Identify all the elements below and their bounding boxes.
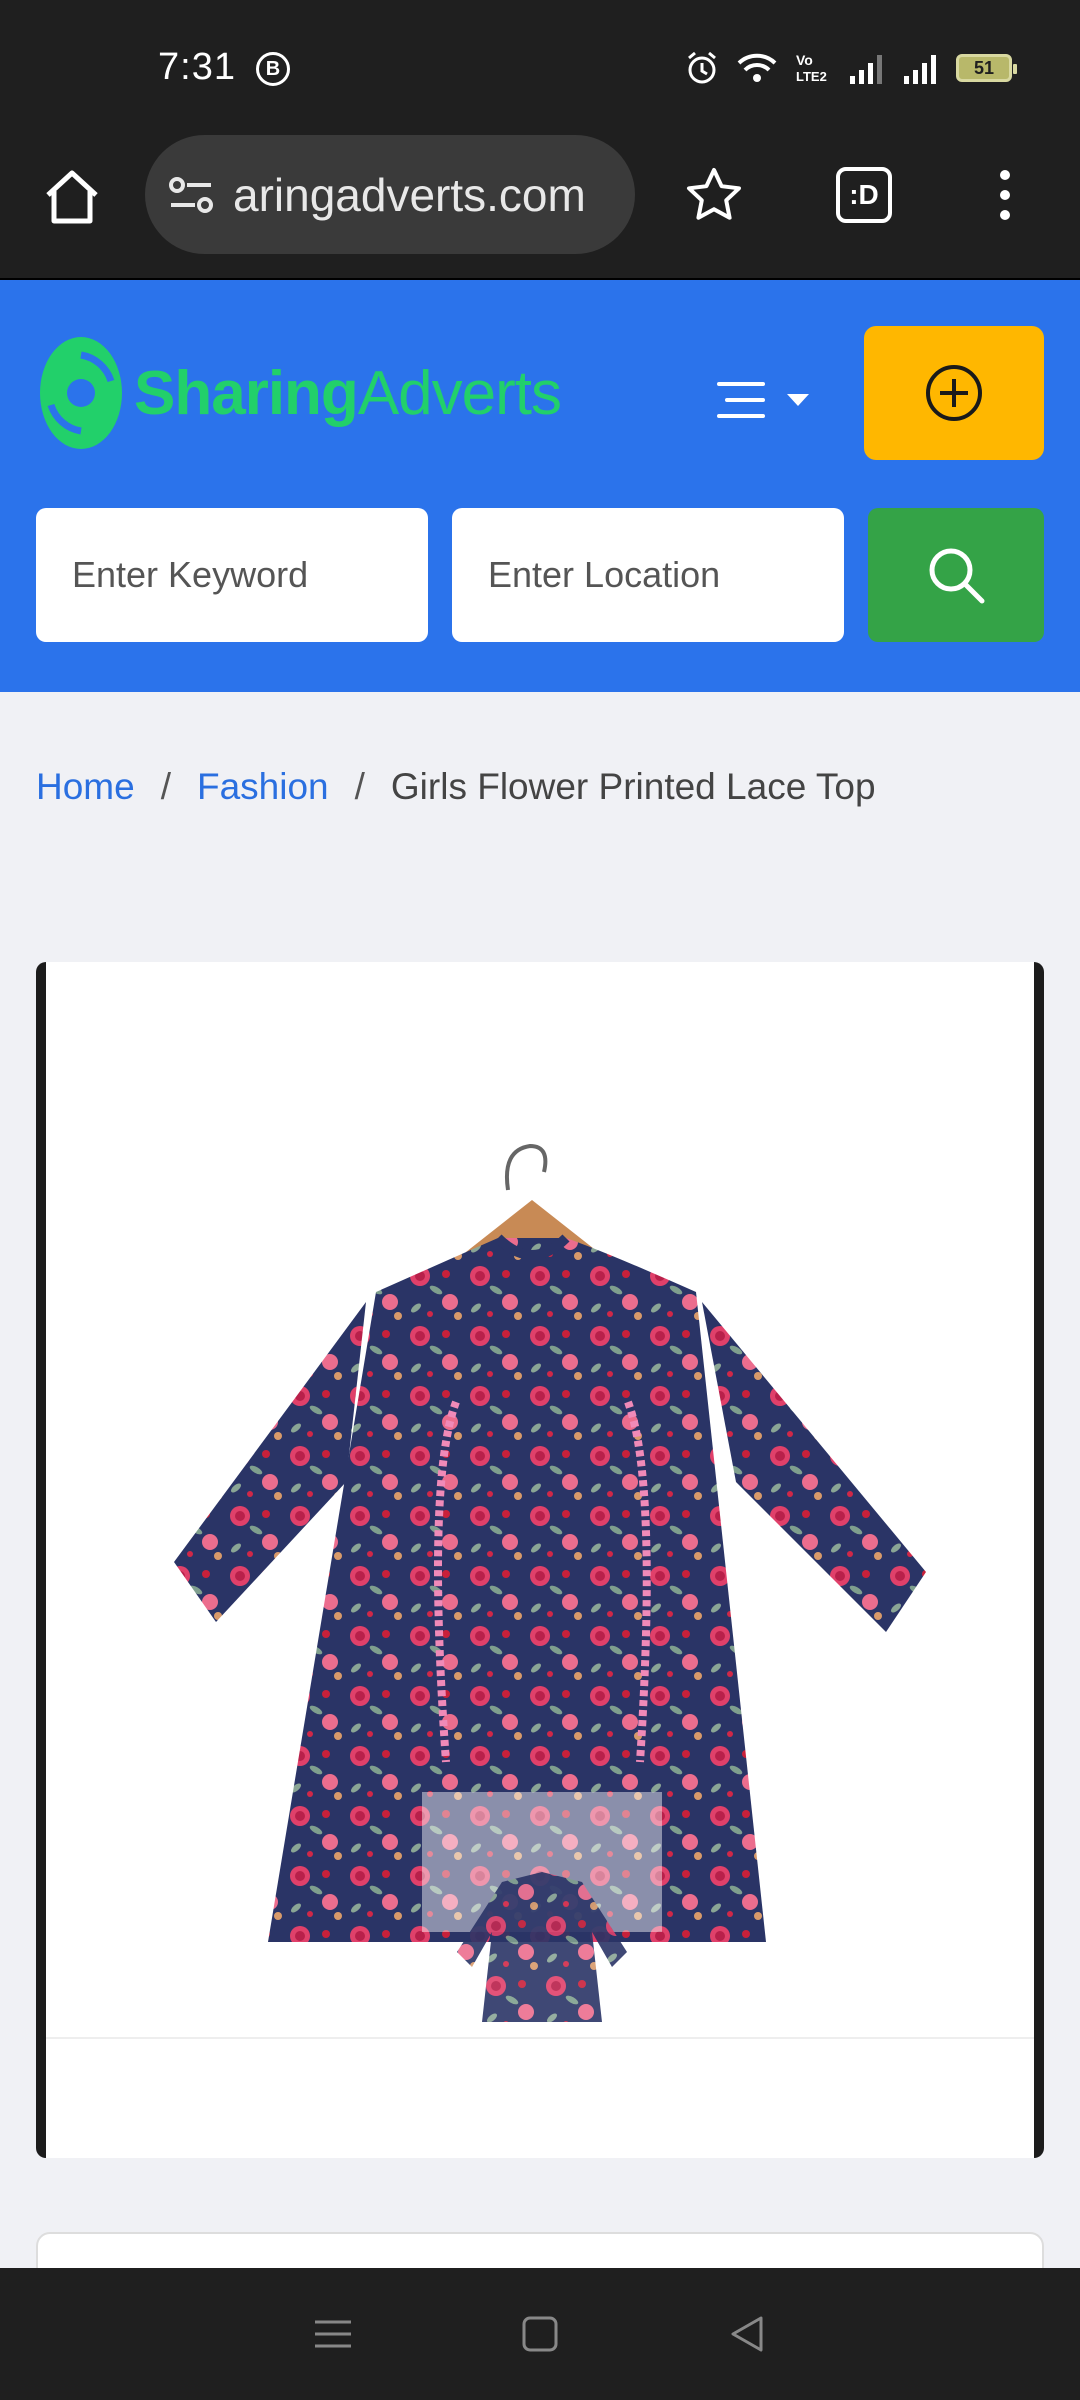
breadcrumb-home[interactable]: Home: [36, 766, 135, 808]
b-badge-icon: B: [256, 52, 290, 86]
breadcrumb-separator: /: [160, 766, 171, 807]
search-button[interactable]: [868, 508, 1044, 642]
breadcrumb: Home / Fashion / Girls Flower Printed La…: [36, 766, 876, 808]
post-ad-button[interactable]: [864, 326, 1044, 460]
signal-2-icon: [904, 55, 936, 84]
status-time: 7:31: [158, 46, 236, 88]
keyword-input[interactable]: [36, 508, 428, 642]
location-input[interactable]: [452, 508, 844, 642]
volte-icon: VoLTE2: [796, 52, 827, 84]
product-gallery[interactable]: [36, 962, 1044, 2158]
logo-text-light: Adverts: [357, 358, 562, 428]
caret-down-icon: [787, 394, 809, 406]
more-vert-icon[interactable]: [990, 165, 1020, 225]
search-icon: [929, 548, 985, 604]
alarm-icon: [688, 51, 716, 84]
search-form: [36, 508, 1044, 642]
system-nav-bar: [0, 2268, 1080, 2400]
address-bar[interactable]: aringadverts.com: [145, 135, 635, 254]
status-icons: Vo LTE2 51: [684, 50, 1017, 86]
breadcrumb-fashion[interactable]: Fashion: [197, 766, 329, 808]
battery-icon: 51: [956, 54, 1017, 82]
battery-level: 51: [973, 57, 995, 78]
home-square-icon[interactable]: [520, 2314, 560, 2354]
svg-text:Vo: Vo: [796, 52, 813, 68]
nav-menu-toggle[interactable]: [715, 370, 825, 430]
logo-text: SharingAdverts: [134, 358, 562, 429]
breadcrumb-current: Girls Flower Printed Lace Top: [390, 766, 876, 807]
bookmark-star-icon[interactable]: [684, 165, 744, 225]
svg-text:LTE2: LTE2: [796, 69, 827, 84]
browser-toolbar: aringadverts.com :D: [0, 135, 1080, 280]
url-text: aringadverts.com: [233, 168, 586, 221]
tab-switcher-button[interactable]: :D: [836, 167, 892, 223]
site-settings-icon[interactable]: [167, 175, 215, 215]
logo-mark-icon: [40, 337, 122, 449]
breadcrumb-separator: /: [354, 766, 365, 807]
site-header: SharingAdverts: [0, 280, 1080, 692]
recents-menu-icon[interactable]: [313, 2314, 353, 2354]
status-bar: 7:31 B Vo LTE2 51: [0, 0, 1080, 135]
plus-circle-icon: [926, 365, 982, 421]
back-triangle-icon[interactable]: [727, 2314, 767, 2354]
menu-lines-icon: [717, 382, 765, 418]
logo-text-bold: Sharing: [134, 358, 359, 428]
thumbnail-image[interactable]: [422, 1792, 662, 2022]
wifi-icon: [737, 53, 777, 82]
signal-1-icon: [850, 55, 882, 84]
home-icon[interactable]: [40, 165, 104, 229]
site-logo[interactable]: SharingAdverts: [38, 335, 562, 451]
